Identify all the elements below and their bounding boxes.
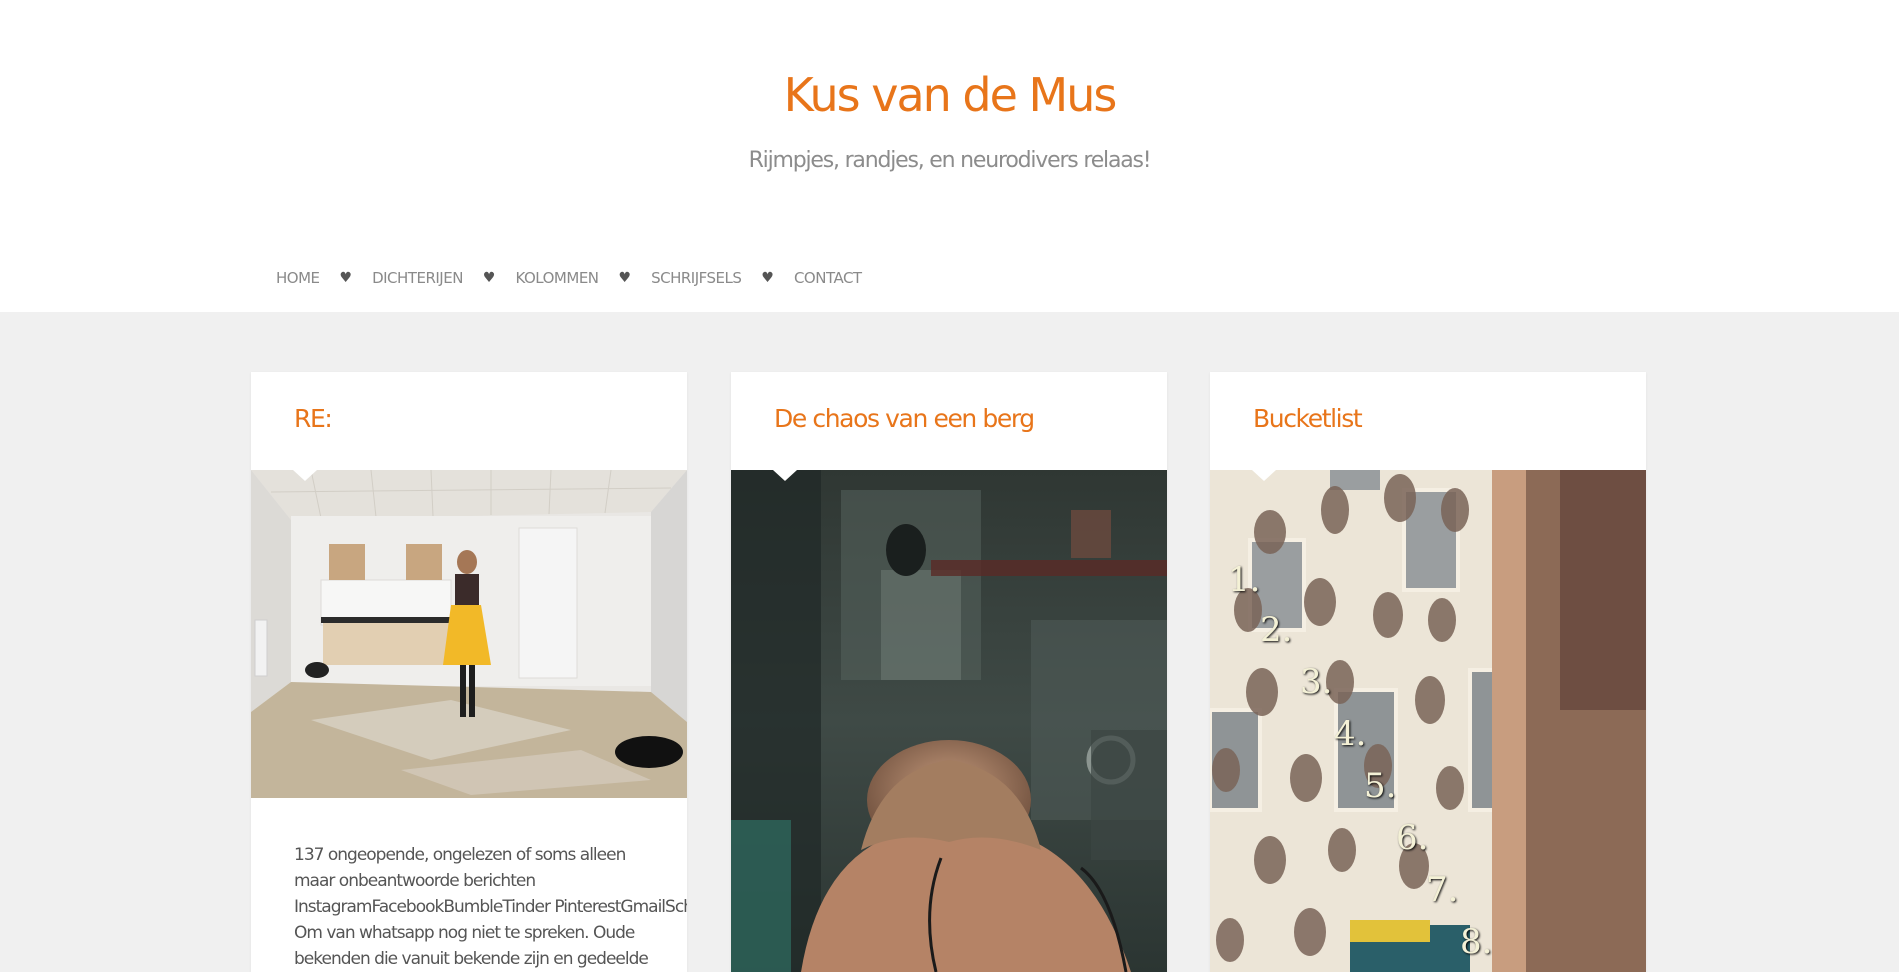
excerpt-line: bekenden die vanuit bekende zijn en gede… bbox=[294, 949, 649, 969]
post-image-woman-kitchen[interactable] bbox=[731, 470, 1167, 972]
post-card-bucketlist: Bucketlist 1. 2. 3. 4. 5. 6. 7. 8. bbox=[1210, 372, 1646, 972]
post-card-de-chaos-van-een-berg: De chaos van een berg bbox=[731, 372, 1167, 972]
image-notch bbox=[773, 470, 797, 481]
main-nav: HOME ♥ DICHTERIJEN ♥ KOLOMMEN ♥ SCHRIJFS… bbox=[276, 264, 862, 292]
excerpt-line: Om van whatsapp nog niet te spreken. Oud… bbox=[294, 923, 635, 943]
post-title[interactable]: De chaos van een berg bbox=[774, 404, 1035, 433]
site-title[interactable]: Kus van de Mus bbox=[0, 68, 1899, 122]
nav-item-dichterijen[interactable]: DICHTERIJEN bbox=[372, 269, 463, 287]
post-image-empty-room[interactable] bbox=[251, 470, 687, 798]
post-image-bucketlist-window[interactable] bbox=[1210, 470, 1646, 972]
heart-separator-icon: ♥ bbox=[761, 270, 774, 286]
nav-item-home[interactable]: HOME bbox=[276, 269, 320, 287]
nav-item-schrijfsels[interactable]: SCHRIJFSELS bbox=[651, 269, 742, 287]
post-title[interactable]: Bucketlist bbox=[1253, 404, 1363, 433]
heart-separator-icon: ♥ bbox=[618, 270, 632, 286]
heart-separator-icon: ♥ bbox=[339, 270, 353, 286]
site-tagline: Rijmpjes, randjes, en neurodivers relaas… bbox=[748, 148, 1152, 173]
nav-item-contact[interactable]: CONTACT bbox=[794, 269, 862, 287]
image-notch bbox=[293, 470, 317, 481]
image-notch bbox=[1252, 470, 1276, 481]
post-excerpt: 137 ongeopende, ongelezen of soms alleen… bbox=[294, 842, 687, 972]
excerpt-line: maar onbeantwoorde berichten bbox=[294, 871, 536, 891]
post-card-re: RE: 137 ongeopende, ongelezen of soms al… bbox=[251, 372, 687, 972]
excerpt-line: 137 ongeopende, ongelezen of soms alleen bbox=[294, 845, 626, 865]
excerpt-line: InstagramFacebookBumbleTinder PinterestG… bbox=[294, 897, 687, 917]
nav-item-kolommen[interactable]: KOLOMMEN bbox=[515, 269, 599, 287]
site-header: Kus van de Mus Rijmpjes, randjes, en neu… bbox=[0, 0, 1899, 312]
post-title[interactable]: RE: bbox=[294, 404, 333, 433]
heart-separator-icon: ♥ bbox=[482, 270, 496, 286]
